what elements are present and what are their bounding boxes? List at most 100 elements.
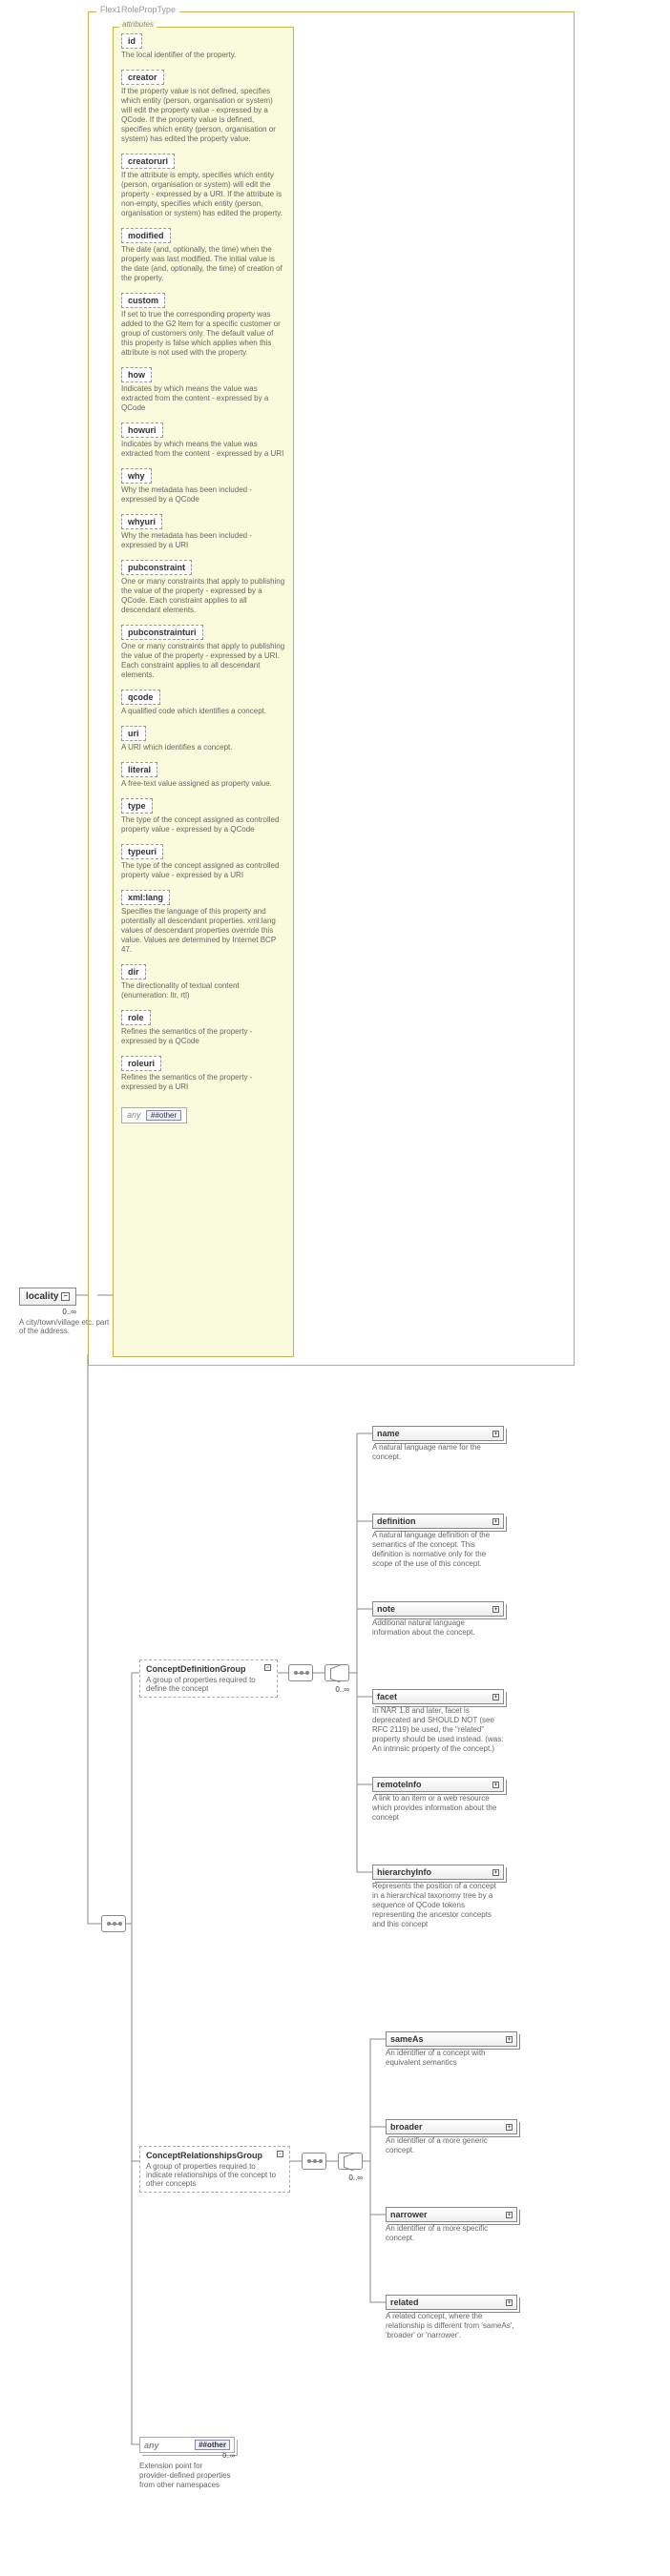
group-desc: A group of properties required to define… [146,1676,271,1693]
attribute-uri[interactable]: uri A URI which identifies a concept. [121,726,285,752]
attribute-pubconstrainturi[interactable]: pubconstrainturiOne or many constraints … [121,625,285,680]
element-narrower[interactable]: narrower+An identifier of a more specifi… [386,2207,517,2243]
attribute-name: qcode [121,690,160,705]
attribute-xmllang[interactable]: xml:lang Specifies the language of this p… [121,890,285,955]
collapse-icon[interactable]: − [277,2151,283,2157]
element-desc: An identifier of a concept with equivale… [386,2049,517,2068]
attribute-desc: Refines the semantics of the property - … [121,1027,285,1046]
attribute-how[interactable]: how Indicates by which means the value wa… [121,367,285,413]
group-desc: A group of properties required to indica… [146,2162,283,2188]
root-cardinality: 0..∞ [19,1308,76,1316]
element-sameAs[interactable]: sameAs+An identifier of a concept with e… [386,2031,517,2068]
expand-icon[interactable]: + [506,2299,513,2306]
any-label: any [144,2441,159,2450]
any-desc: Extension point for provider-defined pro… [139,2462,235,2490]
attribute-name: custom [121,293,165,308]
expand-icon[interactable]: + [492,1782,499,1788]
any-other-element[interactable]: any ##other 0..∞ Extension point for pro… [139,2437,235,2490]
attribute-literal[interactable]: literalA free-text value assigned as pro… [121,762,285,789]
collapse-icon[interactable]: − [264,1664,271,1671]
collapse-icon[interactable]: − [61,1292,70,1301]
element-name: narrower [390,2210,428,2219]
attribute-desc: The type of the concept assigned as cont… [121,815,285,835]
attribute-qcode[interactable]: qcode A qualified code which identifies a… [121,690,285,716]
element-name[interactable]: name+A natural language name for the con… [372,1426,504,1462]
attribute-dir[interactable]: dir The directionality of textual content… [121,964,285,1000]
any-tag: ##other [195,2440,230,2450]
any-other-attribute[interactable]: any ##other [121,1107,187,1123]
attribute-howuri[interactable]: howuriIndicates by which means the value… [121,422,285,459]
attributes-heading: attributes [119,20,157,29]
element-desc: Additional natural language information … [372,1618,504,1638]
attribute-role[interactable]: role Refines the semantics of the propert… [121,1010,285,1046]
attribute-name: role [121,1010,151,1025]
attribute-why[interactable]: whyWhy the metadata has been included - … [121,468,285,505]
attribute-type[interactable]: typeThe type of the concept assigned as … [121,798,285,835]
concept-definition-group[interactable]: ConceptDefinitionGroup − A group of prop… [139,1659,278,1698]
root-element-name: locality [26,1291,58,1302]
attribute-name: uri [121,726,146,741]
attribute-desc: The type of the concept assigned as cont… [121,861,285,880]
attribute-name: pubconstrainturi [121,625,203,640]
element-hierarchyInfo[interactable]: hierarchyInfo+Represents the position of… [372,1865,504,1929]
attribute-desc: Indicates by which means the value was e… [121,384,285,413]
attribute-desc: A URI which identifies a concept. [121,743,285,752]
attribute-name: why [121,468,152,484]
element-desc: A natural language definition of the sem… [372,1531,504,1569]
group-name: ConceptRelationshipsGroup [146,2151,262,2160]
attribute-modified[interactable]: modified The date (and, optionally, the t… [121,228,285,283]
attributes-panel: attributes idThe local identifier of the… [113,27,294,1357]
element-desc: A related concept, where the relationshi… [386,2312,517,2340]
concept-relationships-group[interactable]: ConceptRelationshipsGroup − A group of p… [139,2146,290,2193]
attribute-id[interactable]: idThe local identifier of the property. [121,33,285,60]
attribute-desc: Why the metadata has been included - exp… [121,485,285,505]
attribute-roleuri[interactable]: roleuriRefines the semantics of the prop… [121,1056,285,1092]
element-definition[interactable]: definition + A natural language definition… [372,1514,504,1569]
element-facet[interactable]: facet+In NAR 1.8 and later, facet is dep… [372,1689,504,1754]
attribute-creator[interactable]: creatorIf the property value is not defi… [121,70,285,144]
element-desc: An identifier of a more generic concept. [386,2136,517,2155]
attribute-name: how [121,367,152,382]
attribute-desc: A free-text value assigned as property v… [121,779,285,789]
attribute-desc: One or many constraints that apply to pu… [121,577,285,615]
element-name: definition [377,1516,416,1526]
attribute-custom[interactable]: customIf set to true the corresponding p… [121,293,285,358]
attribute-creatoruri[interactable]: creatoruriIf the attribute is empty, spe… [121,154,285,218]
attribute-desc: The date (and, optionally, the time) whe… [121,245,285,283]
attribute-pubconstraint[interactable]: pubconstraintOne or many constraints tha… [121,560,285,615]
expand-icon[interactable]: + [492,1431,499,1437]
expand-icon[interactable]: + [506,2036,513,2043]
element-broader[interactable]: broader+An identifier of a more generic … [386,2119,517,2155]
attribute-name: xml:lang [121,890,170,905]
attribute-name: whyuri [121,514,162,529]
choice-compositor [338,2153,363,2170]
attribute-desc: A qualified code which identifies a conc… [121,707,285,716]
expand-icon[interactable]: + [492,1694,499,1700]
element-name: name [377,1429,400,1438]
expand-icon[interactable]: + [492,1606,499,1613]
element-related[interactable]: related+A related concept, where the rel… [386,2295,517,2340]
any-label: any [127,1110,141,1120]
attribute-desc: Specifies the language of this property … [121,907,285,955]
attribute-name: modified [121,228,171,243]
expand-icon[interactable]: + [506,2212,513,2218]
attribute-name: typeuri [121,844,163,859]
group-name: ConceptDefinitionGroup [146,1664,246,1674]
attribute-name: dir [121,964,146,979]
sequence-compositor [302,2153,326,2170]
attribute-typeuri[interactable]: typeuri The type of the concept assigned … [121,844,285,880]
choice-cardinality: 0..∞ [338,2174,363,2182]
attribute-desc: If the property value is not defined, sp… [121,87,285,144]
attribute-name: creatoruri [121,154,175,169]
element-desc: A link to an item or a web resource whic… [372,1794,504,1823]
attribute-desc: The directionality of textual content (e… [121,981,285,1000]
element-remoteInfo[interactable]: remoteInfo+A link to an item or a web re… [372,1777,504,1823]
element-note[interactable]: note+Additional natural language informa… [372,1601,504,1638]
attribute-desc: Why the metadata has been included - exp… [121,531,285,550]
expand-icon[interactable]: + [492,1518,499,1525]
expand-icon[interactable]: + [492,1869,499,1876]
attribute-desc: The local identifier of the property. [121,51,285,60]
expand-icon[interactable]: + [506,2124,513,2131]
attribute-whyuri[interactable]: whyuri Why the metadata has been included… [121,514,285,550]
root-element-box[interactable]: locality − [19,1288,76,1306]
